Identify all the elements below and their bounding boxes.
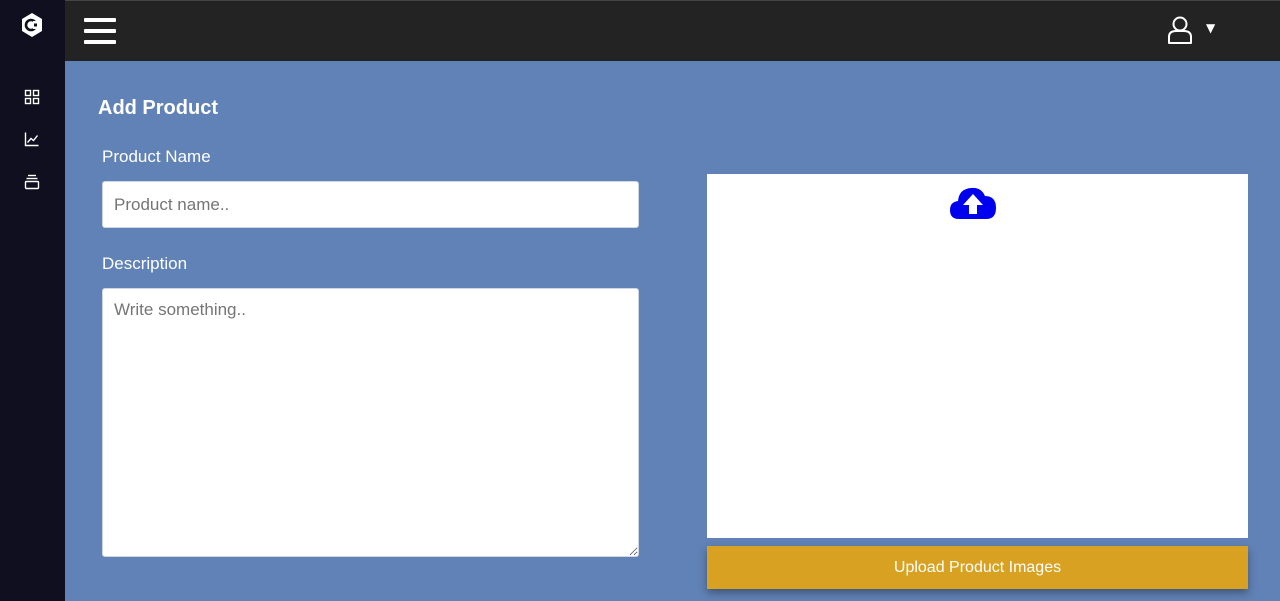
image-upload-dropzone[interactable] (707, 174, 1248, 538)
hamburger-menu-icon[interactable] (84, 18, 116, 46)
user-dropdown-caret-icon[interactable]: ▼ (1206, 21, 1215, 35)
grid-icon[interactable] (24, 89, 40, 105)
line-chart-icon[interactable] (24, 131, 40, 147)
page-title: Add Product (98, 97, 218, 119)
description-textarea[interactable] (102, 288, 639, 557)
user-icon[interactable] (1167, 15, 1193, 45)
upload-product-images-button[interactable]: Upload Product Images (707, 546, 1248, 589)
description-label: Description (102, 254, 188, 273)
top-navbar: ▼ (65, 0, 1280, 61)
product-name-input[interactable] (102, 181, 639, 228)
stack-icon[interactable] (24, 174, 40, 190)
brand-logo-icon[interactable] (21, 13, 43, 37)
cloud-upload-icon[interactable] (949, 185, 997, 221)
sidebar (0, 0, 65, 601)
product-name-label: Product Name (102, 147, 211, 166)
